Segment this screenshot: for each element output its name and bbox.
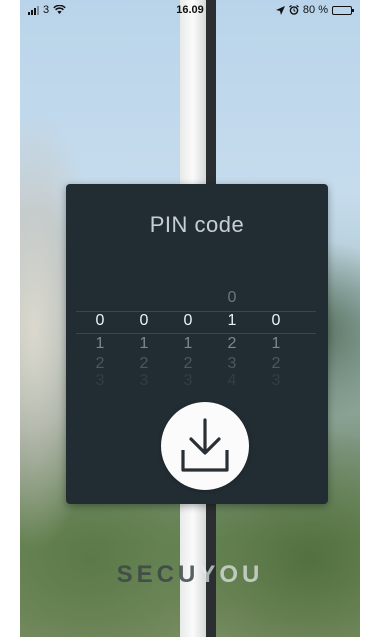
download-icon — [181, 418, 229, 472]
pin-digit-wheel-5[interactable]: 0 1 23 — [254, 284, 298, 409]
pin-digit-next: 1 — [95, 335, 105, 352]
pin-digit-wheel-3[interactable]: 0 1 23 — [166, 284, 210, 409]
brand-part-2: YOU — [199, 561, 264, 588]
pin-digit-next3: 3 — [183, 372, 193, 389]
pin-digit-selected: 0 — [271, 312, 281, 329]
pin-digit-next2: 2 — [95, 355, 105, 372]
pin-digit-next: 1 — [183, 335, 193, 352]
location-arrow-icon — [275, 5, 285, 15]
pin-digit-next: 1 — [271, 335, 281, 352]
pin-digit-wheel-1[interactable]: 0 1 23 — [78, 284, 122, 409]
pin-digit-selected: 0 — [95, 312, 105, 329]
pin-digit-selected: 0 — [139, 312, 149, 329]
battery-icon — [332, 5, 354, 15]
pin-digit-above: 0 — [227, 289, 237, 306]
download-button[interactable] — [161, 402, 249, 490]
pin-digit-next2: 2 — [183, 355, 193, 372]
pin-digit-selected: 1 — [227, 312, 237, 329]
pin-digit-next3: 3 — [95, 372, 105, 389]
pin-digit-next3: 3 — [139, 372, 149, 389]
pin-digit-next3: 4 — [227, 372, 237, 389]
pin-digit-next3: 3 — [271, 372, 281, 389]
battery-percent: 80 % — [302, 4, 328, 16]
pin-digit-wheel-4[interactable]: 0 1 2 34 — [210, 284, 254, 409]
pin-digit-wheel-2[interactable]: 0 1 23 — [122, 284, 166, 409]
pin-digit-selected: 0 — [183, 312, 193, 329]
pin-digit-next2: 3 — [227, 355, 237, 372]
brand-logo: SECUYOU — [20, 561, 360, 589]
status-bar: 3 16.09 80 % — [20, 0, 360, 20]
pin-digit-next: 2 — [227, 335, 237, 352]
status-right: 80 % — [275, 4, 354, 16]
pin-picker: 012301230123012340123 — [76, 284, 316, 409]
alarm-icon — [289, 5, 299, 15]
app-screen: 3 16.09 80 % PIN code 012301230123012340… — [20, 0, 360, 637]
dialog-title: PIN code — [149, 212, 245, 237]
pin-digit-next: 1 — [139, 335, 149, 352]
pin-digit-next2: 2 — [139, 355, 149, 372]
brand-part-1: SECU — [116, 561, 200, 588]
pin-digit-next2: 2 — [271, 355, 281, 372]
